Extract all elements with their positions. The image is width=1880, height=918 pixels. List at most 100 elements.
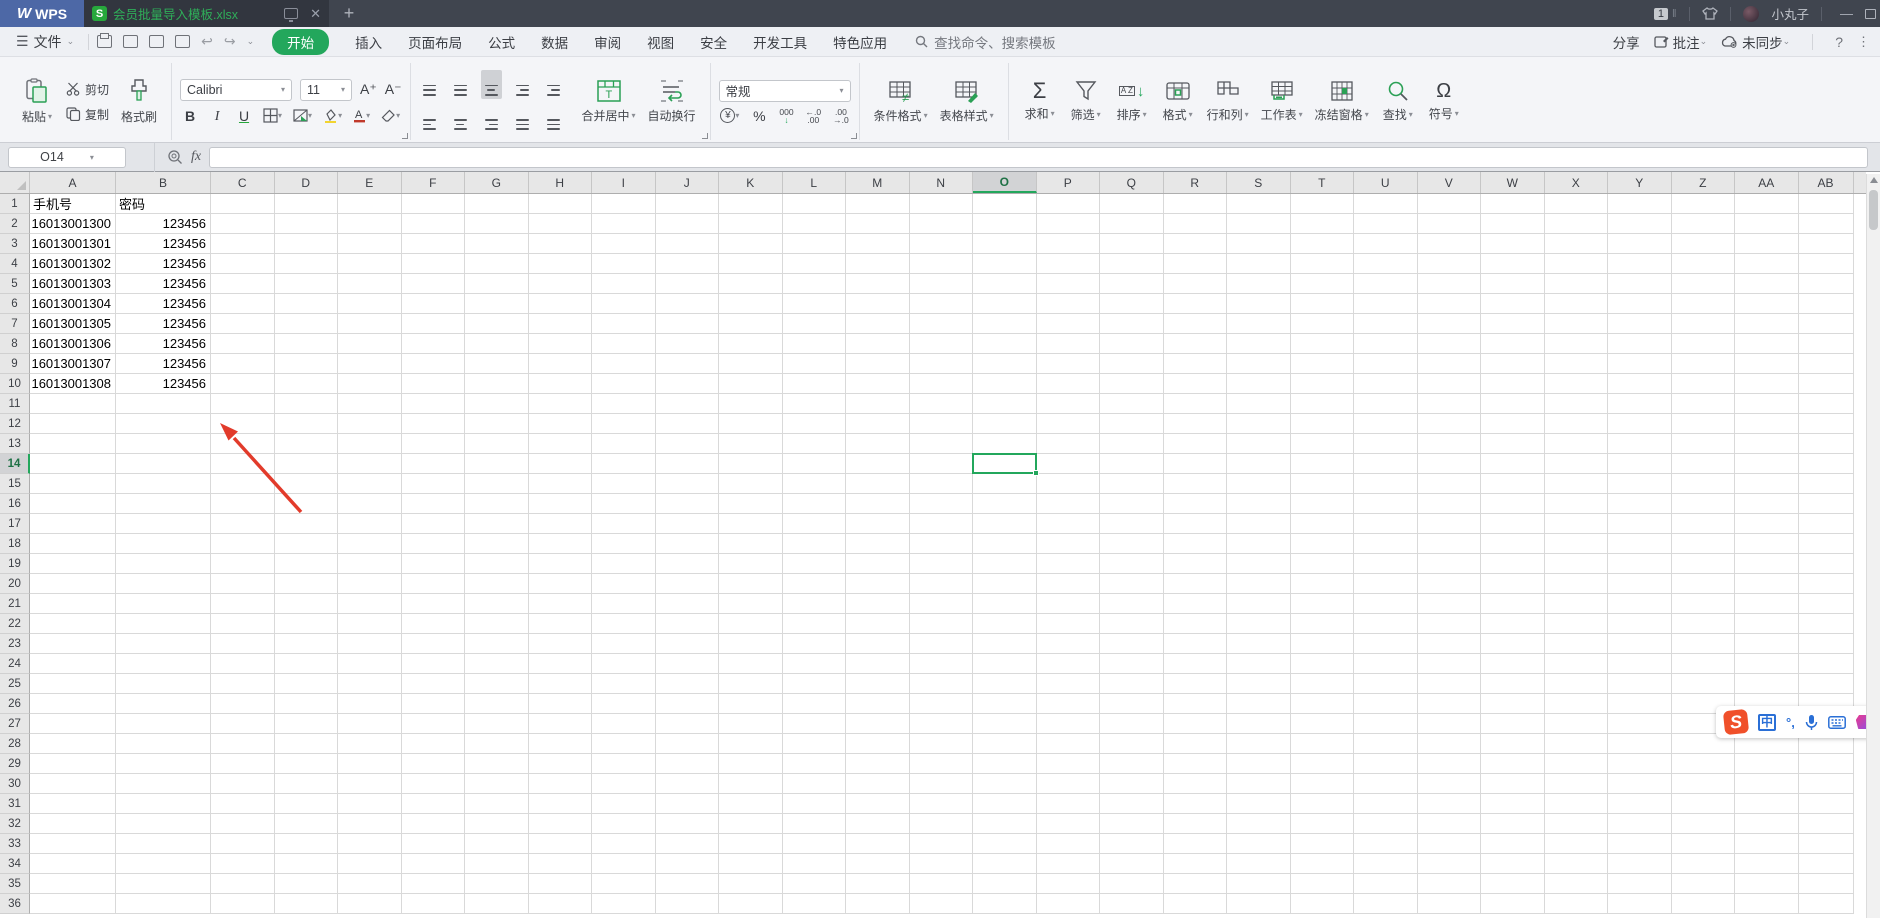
grid-body[interactable]: 1 手机号 密码 2 16013001300 123456 3 16013001301 1234… xyxy=(0,194,1880,914)
increase-decimal-button[interactable]: .00 →.0 xyxy=(833,107,849,124)
cell-Z12[interactable] xyxy=(1671,414,1735,434)
cell-S33[interactable] xyxy=(1227,834,1291,854)
cell-T34[interactable] xyxy=(1290,854,1354,874)
cell-I13[interactable] xyxy=(592,434,656,454)
cell-Q25[interactable] xyxy=(1100,674,1164,694)
cell-V18[interactable] xyxy=(1417,534,1481,554)
cell-AA29[interactable] xyxy=(1735,754,1799,774)
cell-A30[interactable] xyxy=(30,774,116,794)
cell-S6[interactable] xyxy=(1227,294,1291,314)
cell-D15[interactable] xyxy=(274,474,338,494)
menu-tab-视图[interactable]: 视图 xyxy=(647,32,674,52)
cell-C21[interactable] xyxy=(211,594,275,614)
cell-S16[interactable] xyxy=(1227,494,1291,514)
cell-B30[interactable] xyxy=(116,774,211,794)
cell-V1[interactable] xyxy=(1417,194,1481,214)
cell-G3[interactable] xyxy=(465,234,529,254)
cell-F18[interactable] xyxy=(401,534,465,554)
cell-Q5[interactable] xyxy=(1100,274,1164,294)
cell-C35[interactable] xyxy=(211,874,275,894)
cell-X25[interactable] xyxy=(1544,674,1608,694)
cell-I32[interactable] xyxy=(592,814,656,834)
cell-K6[interactable] xyxy=(719,294,783,314)
cell-J25[interactable] xyxy=(655,674,719,694)
column-header-Y[interactable]: Y xyxy=(1608,172,1672,193)
maximize-button[interactable] xyxy=(1865,8,1876,19)
cell-C23[interactable] xyxy=(211,634,275,654)
column-header-N[interactable]: N xyxy=(910,172,973,193)
cell-D34[interactable] xyxy=(274,854,338,874)
cell-K23[interactable] xyxy=(719,634,783,654)
cell-T22[interactable] xyxy=(1290,614,1354,634)
cell-H20[interactable] xyxy=(528,574,592,594)
cell-H5[interactable] xyxy=(528,274,592,294)
cell-N28[interactable] xyxy=(909,734,973,754)
cell-B29[interactable] xyxy=(116,754,211,774)
cell-F9[interactable] xyxy=(401,354,465,374)
cell-Q18[interactable] xyxy=(1100,534,1164,554)
cell-P19[interactable] xyxy=(1036,554,1100,574)
cell-W26[interactable] xyxy=(1481,694,1545,714)
row-header-14[interactable]: 14 xyxy=(0,454,30,474)
cell-B22[interactable] xyxy=(116,614,211,634)
cell-L20[interactable] xyxy=(782,574,846,594)
cell-C33[interactable] xyxy=(211,834,275,854)
cell-B9[interactable]: 123456 xyxy=(116,354,211,374)
cell-Q20[interactable] xyxy=(1100,574,1164,594)
cell-R34[interactable] xyxy=(1163,854,1227,874)
cell-O25[interactable] xyxy=(973,674,1037,694)
column-header-B[interactable]: B xyxy=(116,172,211,193)
cell-O32[interactable] xyxy=(973,814,1037,834)
cell-S35[interactable] xyxy=(1227,874,1291,894)
cell-J19[interactable] xyxy=(655,554,719,574)
cell-W14[interactable] xyxy=(1481,454,1545,474)
cell-I35[interactable] xyxy=(592,874,656,894)
cell-V31[interactable] xyxy=(1417,794,1481,814)
cell-E21[interactable] xyxy=(338,594,402,614)
cell-G13[interactable] xyxy=(465,434,529,454)
cell-Q10[interactable] xyxy=(1100,374,1164,394)
cell-C20[interactable] xyxy=(211,574,275,594)
row-header-27[interactable]: 27 xyxy=(0,714,30,734)
cell-E31[interactable] xyxy=(338,794,402,814)
cell-R28[interactable] xyxy=(1163,734,1227,754)
cell-F34[interactable] xyxy=(401,854,465,874)
cell-X26[interactable] xyxy=(1544,694,1608,714)
cell-F4[interactable] xyxy=(401,254,465,274)
cell-B21[interactable] xyxy=(116,594,211,614)
row-header-8[interactable]: 8 xyxy=(0,334,30,354)
cell-P23[interactable] xyxy=(1036,634,1100,654)
redo-icon[interactable]: ↪ xyxy=(224,33,236,50)
cell-T27[interactable] xyxy=(1290,714,1354,734)
cell-F29[interactable] xyxy=(401,754,465,774)
cell-A10[interactable]: 16013001308 xyxy=(30,374,116,394)
cell-X6[interactable] xyxy=(1544,294,1608,314)
cell-W17[interactable] xyxy=(1481,514,1545,534)
cell-Y5[interactable] xyxy=(1608,274,1672,294)
cell-V2[interactable] xyxy=(1417,214,1481,234)
cell-D2[interactable] xyxy=(274,214,338,234)
cell-M14[interactable] xyxy=(846,454,910,474)
table-style-button[interactable]: 表格样式 ▾ xyxy=(934,77,1000,126)
cell-A36[interactable] xyxy=(30,894,116,914)
cell-H13[interactable] xyxy=(528,434,592,454)
cell-O3[interactable] xyxy=(973,234,1037,254)
cell-B36[interactable] xyxy=(116,894,211,914)
cell-U10[interactable] xyxy=(1354,374,1418,394)
cell-C4[interactable] xyxy=(211,254,275,274)
row-header-6[interactable]: 6 xyxy=(0,294,30,314)
cell-C7[interactable] xyxy=(211,314,275,334)
font-size-select[interactable]: 11 ▾ xyxy=(300,78,353,101)
row-header-3[interactable]: 3 xyxy=(0,234,30,254)
cell-S28[interactable] xyxy=(1227,734,1291,754)
cell-Z32[interactable] xyxy=(1671,814,1735,834)
cell-R16[interactable] xyxy=(1163,494,1227,514)
cell-F3[interactable] xyxy=(401,234,465,254)
cell-R12[interactable] xyxy=(1163,414,1227,434)
cell-G29[interactable] xyxy=(465,754,529,774)
cell-D35[interactable] xyxy=(274,874,338,894)
cell-S3[interactable] xyxy=(1227,234,1291,254)
comment-button[interactable]: 批注 ⌄ xyxy=(1653,32,1707,52)
cell-V34[interactable] xyxy=(1417,854,1481,874)
cell-G24[interactable] xyxy=(465,654,529,674)
